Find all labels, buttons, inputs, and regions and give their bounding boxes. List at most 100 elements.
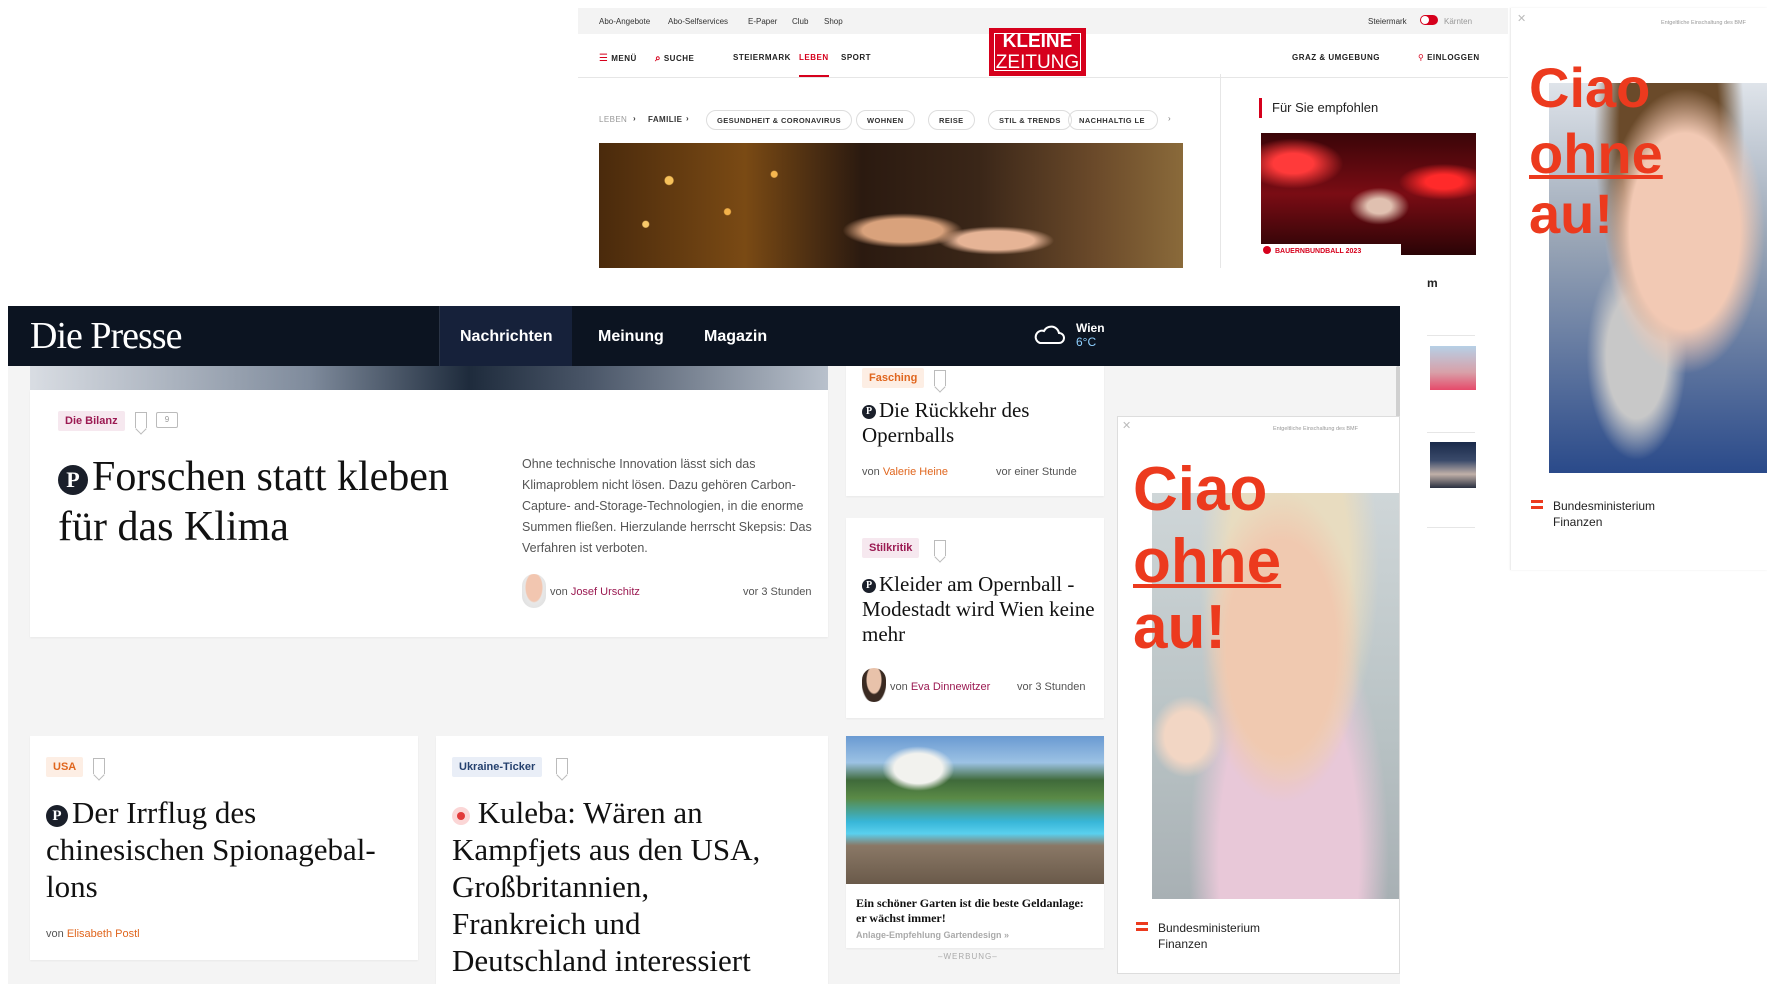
- nav-magazin[interactable]: Magazin: [704, 328, 767, 346]
- side2-author[interactable]: Eva Dinnewitzer: [911, 681, 990, 693]
- kz-logo[interactable]: KLEINE ZEITUNG: [989, 28, 1086, 76]
- bookmark-icon[interactable]: [135, 412, 147, 428]
- promo-card[interactable]: Ein schöner Garten ist die beste Geldanl…: [846, 736, 1104, 948]
- close-icon[interactable]: ✕: [1517, 12, 1526, 25]
- promo-title: Ein schöner Garten ist die beste Geldanl…: [856, 896, 1084, 925]
- close-icon[interactable]: ✕: [1122, 419, 1131, 432]
- usa-tag[interactable]: USA: [46, 757, 84, 777]
- ukraine-title-l5: Deutschland interessiert: [452, 943, 751, 978]
- kleine-zeitung-window: Abo-Angebote Abo-Selfservices E-Paper Cl…: [578, 8, 1508, 268]
- kz-crumb-familie[interactable]: FAMILIE: [648, 115, 682, 124]
- bmf-ad-top[interactable]: ✕ Entgeltliche Einschaltung des BMF Ciao…: [1510, 8, 1767, 570]
- side1-author[interactable]: Valerie Heine: [883, 466, 948, 478]
- ad-ministry-line1: Bundesministerium: [1553, 499, 1656, 513]
- kz-chip-reise[interactable]: REISE: [928, 110, 975, 130]
- ad-headline-ciao: Ciao: [1133, 455, 1268, 524]
- kz-nav-graz[interactable]: GRAZ & UMGEBUNG: [1292, 53, 1380, 62]
- usa-title[interactable]: P Der Irrflug des chinesischen Spionagebal…: [46, 794, 406, 905]
- main-article-image-strip[interactable]: [30, 366, 828, 390]
- ad-headline-ohne-text: ohne: [1133, 527, 1282, 596]
- kz-breadcrumb: LEBEN › FAMILIE › GESUNDHEIT & CORONAVIR…: [578, 98, 1178, 138]
- kz-crumb-leben[interactable]: LEBEN: [599, 115, 627, 124]
- ukraine-article-card[interactable]: Ukraine-Ticker Kuleba: Wären an Kampfjets…: [436, 736, 828, 984]
- nav-meinung[interactable]: Meinung: [598, 328, 664, 346]
- presse-plus-icon: P: [46, 804, 68, 827]
- bookmark-icon[interactable]: [93, 758, 105, 774]
- bookmark-icon[interactable]: [934, 370, 946, 386]
- user-icon: ⚲: [1418, 53, 1425, 62]
- usa-article-card[interactable]: USA P Der Irrflug des chinesischen Spionag…: [30, 736, 418, 960]
- ukraine-title-l4: Frankreich und: [452, 906, 641, 941]
- presse-plus-icon: P: [862, 405, 876, 420]
- ukraine-title[interactable]: Kuleba: Wären an Kampfjets aus den USA, Gr…: [452, 794, 822, 979]
- kz-nav-steiermark[interactable]: STEIERMARK: [733, 53, 791, 62]
- kz-nav-sport[interactable]: SPORT: [841, 53, 871, 62]
- kz-login-button[interactable]: ⚲ EINLOGGEN: [1418, 53, 1480, 62]
- nav-nachrichten[interactable]: Nachrichten: [440, 306, 573, 366]
- kz-link-shop[interactable]: Shop: [824, 17, 843, 26]
- weather-widget[interactable]: Wien 6°C: [1032, 321, 1105, 351]
- ukraine-title-l1: Kuleba: Wären an: [477, 795, 703, 830]
- kz-chip-stil[interactable]: STIL & TRENDS: [988, 110, 1072, 130]
- chevron-right-icon[interactable]: ›: [1168, 114, 1171, 123]
- promo-source[interactable]: Anlage-Empfehlung Gartendesign »: [856, 930, 1009, 940]
- author-avatar: [522, 574, 546, 608]
- presse-plus-icon: P: [862, 579, 876, 594]
- ad-headline-ohne: ohne: [1133, 531, 1281, 593]
- main-article-card[interactable]: Die Bilanz 9 P Forschen statt kleben für d…: [30, 390, 828, 637]
- kz-recommend-tag-label: BAUERNBUNDBALL 2023: [1275, 248, 1362, 255]
- side2-tag[interactable]: Stilkritik: [862, 538, 920, 558]
- kz-nav-leben[interactable]: LEBEN: [799, 53, 829, 62]
- kz-link-club[interactable]: Club: [792, 17, 808, 26]
- ad-headline-ohne-text: ohne: [1529, 122, 1663, 185]
- ad-ministry-line2: Finanzen: [1553, 515, 1603, 529]
- kz-chip-gesundheit[interactable]: GESUNDHEIT & CORONAVIRUS: [706, 110, 853, 130]
- main-article-title[interactable]: P Forschen statt kleben für das Klima: [58, 452, 498, 552]
- ad-ministry-line2: Finanzen: [1158, 937, 1208, 951]
- main-article-tag[interactable]: Die Bilanz: [58, 411, 125, 431]
- presse-plus-icon: P: [58, 465, 88, 496]
- side-article-card-1[interactable]: Fasching P Die Rückkehr des Opernballs vo…: [846, 366, 1104, 496]
- kz-chip-nachhaltig[interactable]: NACHHALTIG LE: [1068, 110, 1158, 130]
- side1-tag[interactable]: Fasching: [862, 368, 925, 388]
- presse-logo[interactable]: Die Presse: [30, 314, 182, 358]
- kz-hero-image[interactable]: [599, 143, 1183, 268]
- ukraine-tag[interactable]: Ukraine-Ticker: [452, 757, 543, 777]
- kz-side-divider: [1427, 432, 1475, 433]
- bmf-ad-middle[interactable]: ✕ Entgeltliche Einschaltung des BMF Ciao…: [1117, 416, 1400, 974]
- side-article-card-2[interactable]: Stilkritik P Kleider am Opernball - Modes…: [846, 518, 1104, 718]
- promo-image: [846, 736, 1104, 884]
- kz-link-epaper[interactable]: E-Paper: [748, 17, 777, 26]
- comment-icon[interactable]: 9: [156, 412, 178, 428]
- kz-chip-wohnen[interactable]: WOHNEN: [856, 110, 915, 130]
- bookmark-icon[interactable]: [934, 540, 946, 556]
- kz-link-abo[interactable]: Abo-Angebote: [599, 17, 650, 26]
- kz-recommend-image[interactable]: [1261, 133, 1476, 255]
- usa-author[interactable]: Elisabeth Postl: [67, 928, 140, 940]
- side2-byline: von Eva Dinnewitzer: [890, 681, 990, 693]
- side2-title-text: Kleider am Opernball - Modestadt wird Wi…: [862, 572, 1095, 646]
- kz-menu-button[interactable]: ☰ MENÜ: [599, 53, 637, 64]
- weather-city: Wien: [1076, 321, 1105, 335]
- kz-recommend-tag[interactable]: BAUERNBUNDBALL 2023: [1261, 244, 1401, 256]
- ad-ministry-logo: Bundesministerium Finanzen: [1136, 920, 1260, 952]
- kz-search-button[interactable]: ⌕ SUCHE: [655, 53, 694, 64]
- usa-byline: von Elisabeth Postl: [46, 928, 140, 940]
- main-article-author[interactable]: Josef Urschitz: [571, 586, 640, 598]
- side2-title[interactable]: P Kleider am Opernball - Modestadt wird W…: [862, 572, 1098, 647]
- kz-region-toggle[interactable]: [1420, 15, 1438, 25]
- kz-login-label: EINLOGGEN: [1427, 53, 1480, 62]
- kz-search-label: SUCHE: [663, 54, 695, 63]
- ad-headline-ohne: ohne: [1529, 126, 1663, 182]
- ad-disclaimer: Entgeltliche Einschaltung des BMF: [1273, 426, 1358, 432]
- austria-flag-icon: [1136, 922, 1148, 931]
- kz-nav-active-underline: [799, 75, 829, 77]
- side1-title[interactable]: P Die Rückkehr des Opernballs: [862, 398, 1092, 448]
- bookmark-icon[interactable]: [556, 758, 568, 774]
- kz-side-thumb-1[interactable]: [1430, 346, 1476, 390]
- kz-recommend-accent: [1259, 98, 1262, 118]
- kz-side-thumb-2[interactable]: [1430, 442, 1476, 488]
- kz-side-letter: m: [1427, 276, 1438, 290]
- kz-link-selfservices[interactable]: Abo-Selfservices: [668, 17, 728, 26]
- byline-prefix: von: [862, 466, 880, 478]
